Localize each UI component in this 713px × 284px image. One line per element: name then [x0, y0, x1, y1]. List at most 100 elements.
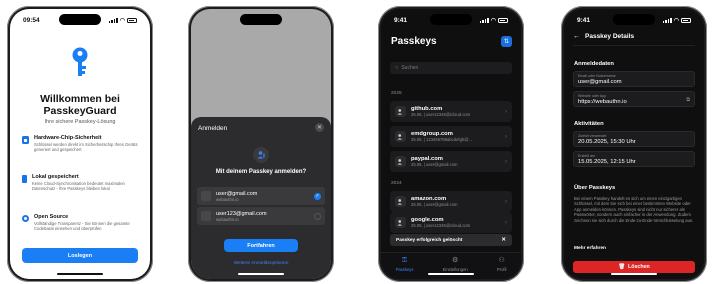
home-indicator: [238, 272, 284, 275]
account-domain: webauthn.io: [216, 216, 239, 222]
account-domain: webauthn.io: [216, 196, 239, 202]
continue-button[interactable]: Fortfahren: [224, 239, 298, 252]
page-title: Passkey Details: [585, 33, 635, 40]
key-icon: ⚿: [401, 257, 408, 264]
phone-passkey-details: 9:41 ◠ ← Passkey Details Anmeldedaten Em…: [561, 6, 707, 282]
passkey-meta: 25.05. | 123456789abcdefgh@...: [411, 137, 472, 142]
tab-label: Einstellungen: [442, 267, 468, 272]
passkey-sheet: Anmelden ✕ Mit deinem Passkey anmelden? …: [191, 117, 331, 279]
dynamic-island: [430, 14, 472, 25]
showcase: 09:54 ◠ Willkommen bei PasskeyGuard Ihre…: [0, 0, 713, 284]
field-value: 20.05.2025, 15:30 Uhr: [578, 139, 636, 145]
year-header: 2024: [391, 181, 402, 186]
back-arrow-icon[interactable]: ←: [573, 33, 580, 40]
last-used-field: Zuletzt verwendet 20.05.2025, 15:30 Uhr: [573, 131, 695, 147]
passkey-person-icon: [253, 147, 269, 163]
home-indicator: [611, 272, 657, 275]
passkey-icon: [395, 156, 406, 167]
feature-title: Lokal gespeichert: [32, 174, 79, 180]
search-icon: ○: [395, 65, 399, 71]
passkey-icon: [395, 217, 406, 228]
field-label: Erstellt am: [578, 154, 595, 158]
account-option[interactable]: user@gmail.com webauthn.io ✓: [197, 187, 325, 205]
nav-bar: ← Passkey Details: [573, 33, 695, 46]
field-value: 15.05.2025, 12:15 Uhr: [578, 159, 636, 165]
external-link-icon[interactable]: ⧉: [686, 97, 690, 103]
tab-label: Passkeys: [395, 267, 414, 272]
close-icon[interactable]: ✕: [501, 237, 506, 243]
passkey-icon: [395, 131, 406, 142]
section-title: Anmeldedaten: [574, 61, 614, 67]
battery-icon: [681, 17, 691, 23]
checkmark-icon: ✓: [314, 192, 321, 200]
passkey-row[interactable]: google.com 25.05. | user12345@icloud.com…: [390, 212, 512, 233]
tab-passkeys[interactable]: ⚿ Passkeys: [396, 257, 414, 279]
feature-title: Hardware-Chip-Sicherheit: [34, 135, 102, 141]
get-started-button[interactable]: Loslegen: [22, 248, 138, 263]
status-time: 9:41: [577, 16, 591, 24]
chevron-right-icon: ›: [505, 108, 507, 115]
dynamic-island: [240, 14, 282, 25]
open-source-icon: [22, 215, 29, 222]
delete-label: Löschen: [627, 264, 650, 270]
feature-local: Lokal gespeichert Keine Cloud-Synchronis…: [22, 174, 140, 192]
dynamic-island: [613, 14, 655, 25]
field-value: user@gmail.com: [578, 79, 622, 85]
feature-hardware: Hardware-Chip-Sicherheit Schlüssel werde…: [22, 135, 140, 153]
signal-icon: [662, 17, 672, 23]
wifi-icon: ◠: [119, 17, 125, 24]
dynamic-island: [59, 14, 101, 25]
year-header: 2025: [391, 91, 402, 96]
trash-icon: 🗑: [618, 264, 625, 270]
close-icon[interactable]: ✕: [315, 123, 324, 132]
phone-passkey-list: 9:41 ◠ Passkeys ⇅ ○ Suchen 2025 github.c…: [378, 6, 524, 282]
person-icon: ⚇: [498, 257, 505, 264]
field-label: Zuletzt verwendet: [578, 134, 607, 138]
key-icon: [72, 47, 88, 76]
passkey-meta: 25.05. | user12345@icloud.com: [411, 223, 471, 228]
status-time: 9:41: [394, 16, 408, 24]
field-value: https://webauthn.io: [578, 99, 627, 105]
passkey-row[interactable]: amazon.com 25.05. | user@gmail.com ›: [390, 191, 512, 212]
search-placeholder: Suchen: [401, 65, 419, 71]
email-field[interactable]: Email oder Nutzername user@gmail.com: [573, 71, 695, 87]
home-indicator: [428, 272, 474, 275]
feature-open-source: Open Source Vollständige Transparenz - S…: [22, 214, 140, 232]
passkey-icon: [395, 196, 406, 207]
feature-text: Schlüssel werden direkt im Sicherheitsch…: [34, 142, 138, 153]
passkey-meta: 25.05. | user@gmail.com: [411, 202, 458, 207]
website-field[interactable]: Website oder App https://webauthn.io ⧉: [573, 91, 695, 107]
chevron-right-icon: ›: [505, 158, 507, 165]
chevron-right-icon: ›: [505, 198, 507, 205]
sheet-title: Anmelden: [198, 125, 228, 132]
passkey-icon: [395, 106, 406, 117]
sort-icon[interactable]: ⇅: [501, 36, 512, 47]
passkey-row[interactable]: paypal.com 25.05. | user@gmail.com ›: [390, 151, 512, 172]
search-input[interactable]: ○ Suchen: [390, 62, 512, 74]
welcome-title: Willkommen bei PasskeyGuard: [40, 93, 120, 117]
section-title: Aktivitäten: [574, 121, 604, 127]
details-screen: 9:41 ◠ ← Passkey Details Anmeldedaten Em…: [564, 9, 704, 279]
feature-text: Keine Cloud-Synchronisation bedeutet max…: [32, 181, 125, 192]
passkey-meta: 25.05. | user12345@icloud.com: [411, 112, 471, 117]
battery-icon: [498, 17, 508, 23]
tab-profile[interactable]: ⚇ Profil: [497, 257, 507, 279]
wifi-icon: ◠: [490, 17, 496, 24]
field-label: Email oder Nutzername: [578, 74, 616, 78]
signin-screen: Anmelden ✕ Mit deinem Passkey anmelden? …: [191, 9, 331, 279]
more-options-link[interactable]: Weitere Anmeldeoptionen: [191, 261, 331, 266]
account-option[interactable]: user123@gmail.com webauthn.io: [197, 207, 325, 225]
learn-more-link[interactable]: Mehr erfahren: [574, 246, 606, 251]
toast-notification: Passkey erfolgreich gelöscht ✕: [390, 234, 512, 246]
signal-icon: [108, 17, 118, 23]
feature-text: Vollständige Transparenz - Sie können di…: [34, 221, 130, 232]
feature-title: Open Source: [34, 214, 69, 220]
passkey-list-screen: 9:41 ◠ Passkeys ⇅ ○ Suchen 2025 github.c…: [381, 9, 521, 279]
delete-button[interactable]: 🗑 Löschen: [573, 261, 695, 273]
passkey-row[interactable]: emdgroup.com 25.05. | 123456789abcdefgh@…: [390, 126, 512, 147]
passkey-row[interactable]: github.com 25.05. | user12345@icloud.com…: [390, 101, 512, 122]
phone-icon: [22, 175, 27, 183]
phone-onboarding: 09:54 ◠ Willkommen bei PasskeyGuard Ihre…: [7, 6, 153, 282]
battery-icon: [127, 17, 137, 23]
tab-settings[interactable]: ⚙ Einstellungen: [443, 257, 468, 279]
